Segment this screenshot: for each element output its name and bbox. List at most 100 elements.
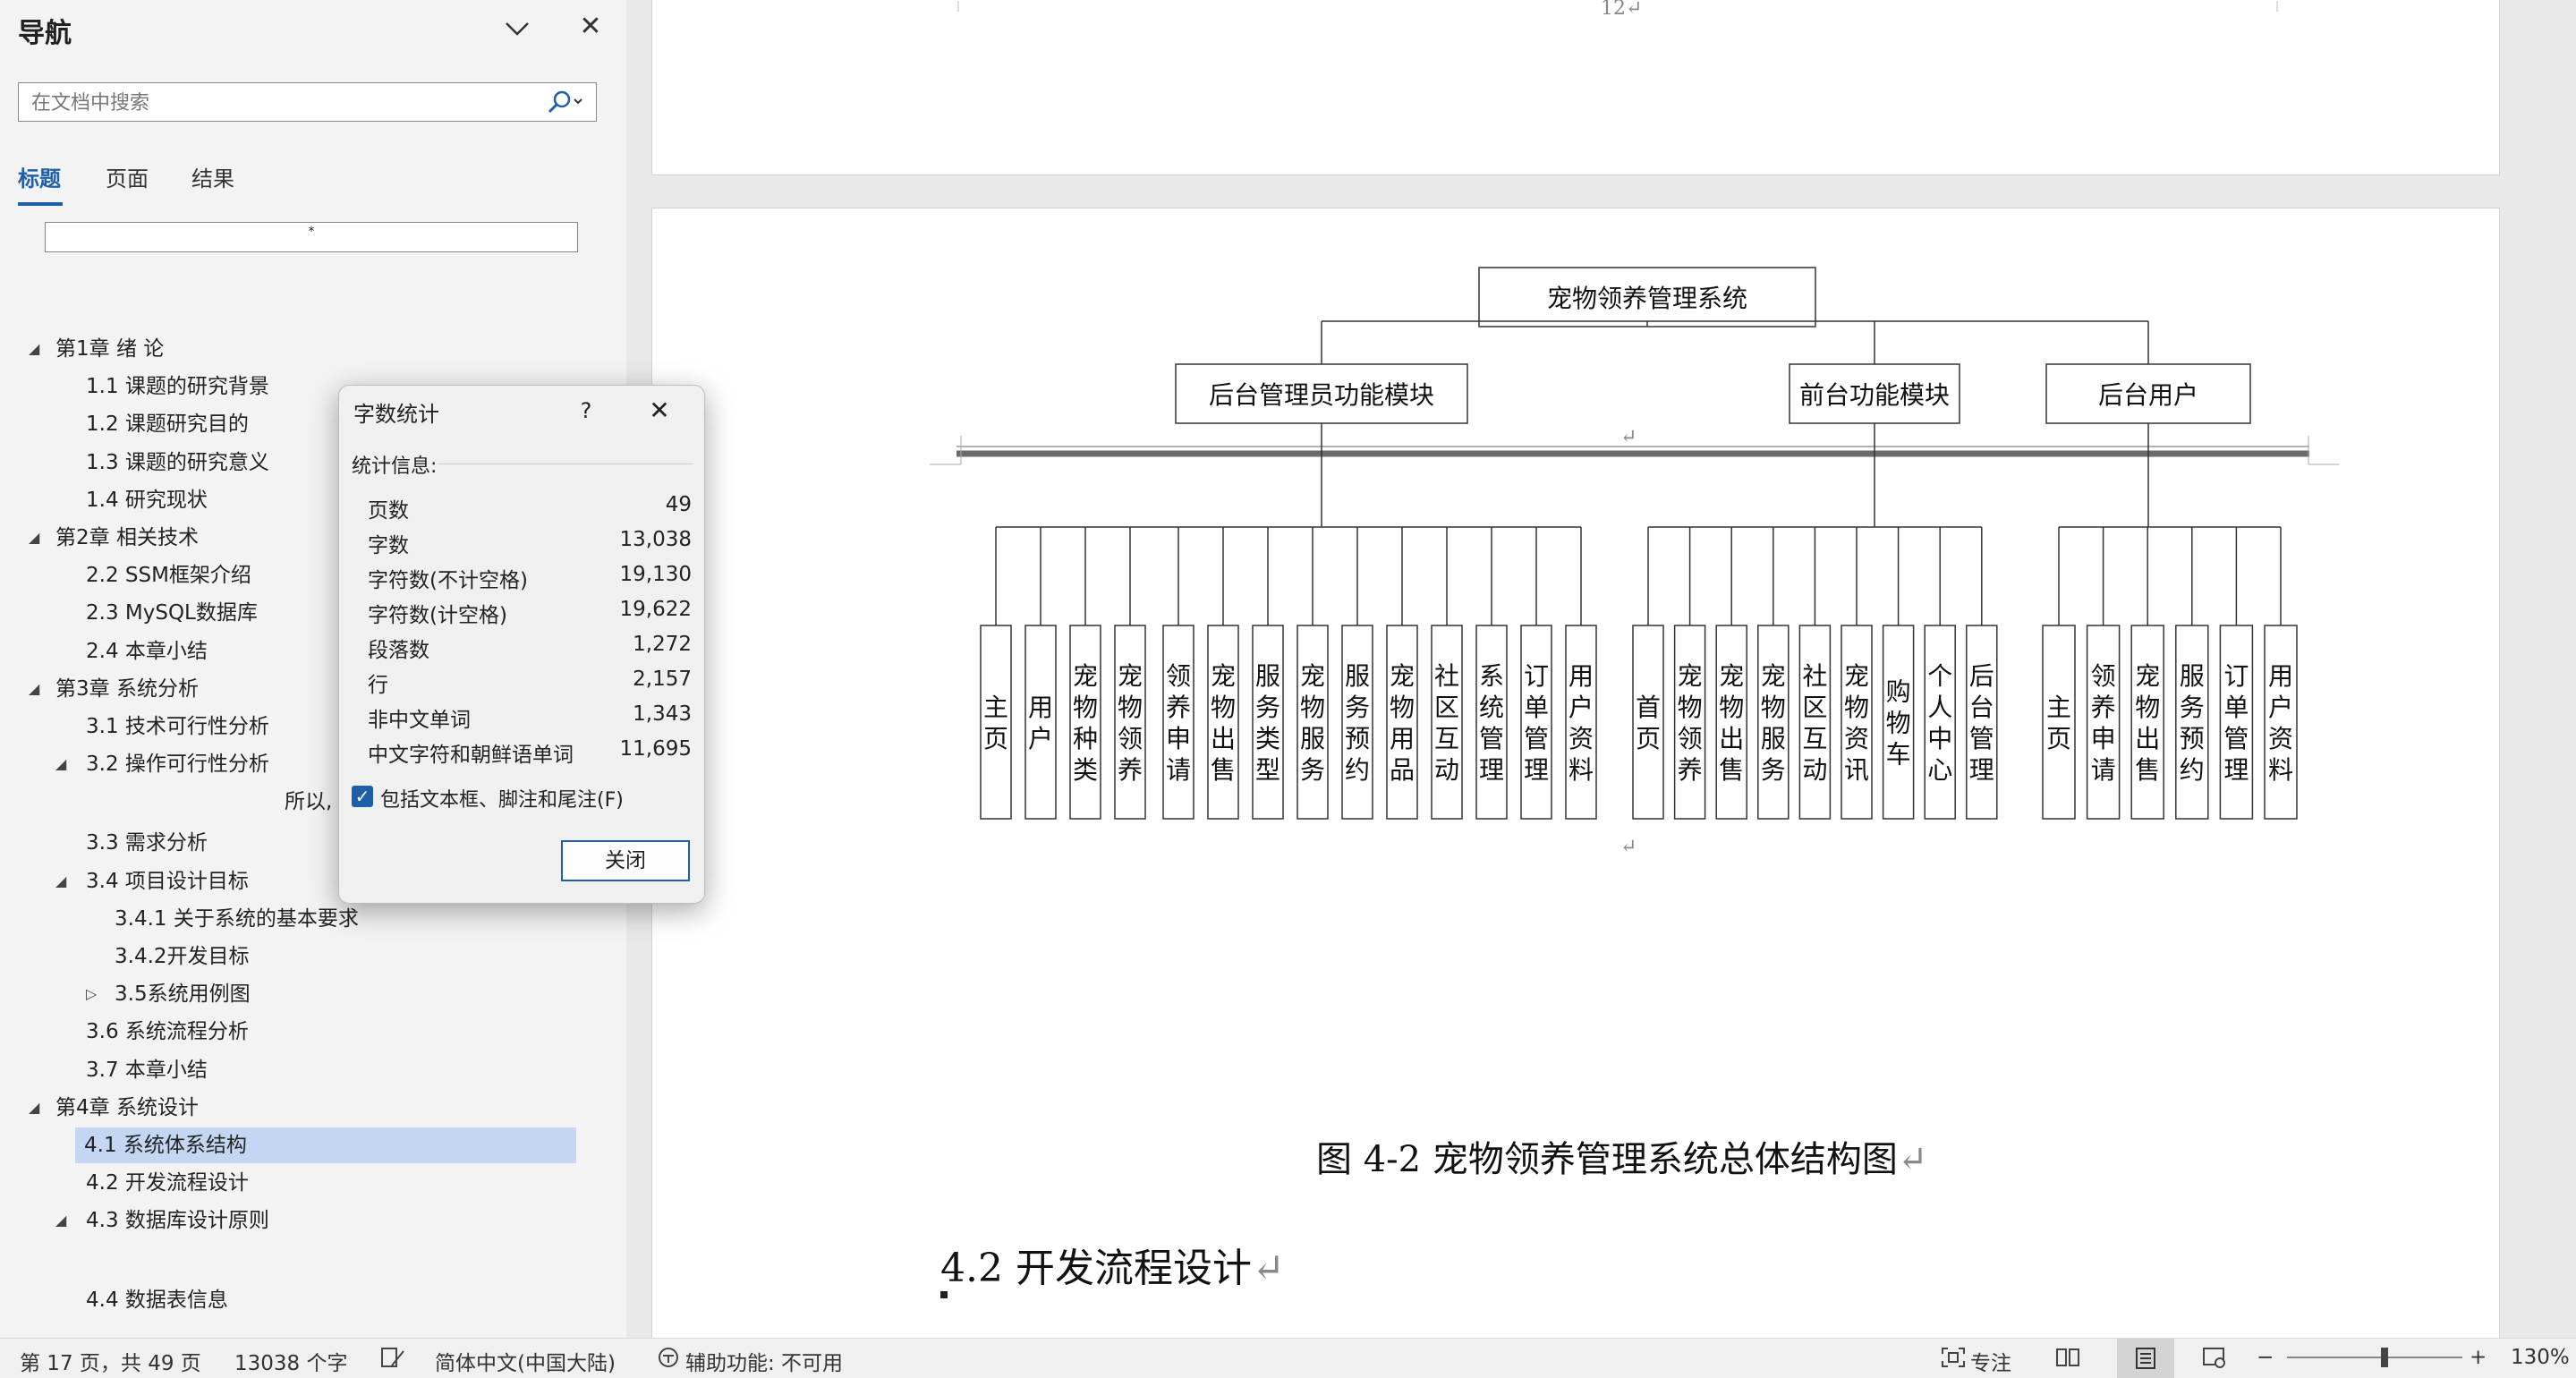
- expand-triangle-icon[interactable]: ◢: [29, 680, 39, 697]
- nav-heading-item[interactable]: 3.1 技术可行性分析: [86, 709, 269, 744]
- figure-caption: 图 4-2 宠物领养管理系统总体结构图↵: [1316, 1139, 1928, 1180]
- leaf-node-char: 物: [1844, 693, 1869, 722]
- leaf-node-char: 养: [2091, 693, 2116, 722]
- paragraph-mark: ↵: [1897, 1139, 1928, 1180]
- leaf-node-char: 预: [2180, 724, 2205, 753]
- nav-heading-item[interactable]: 第4章 系统设计: [55, 1090, 199, 1126]
- print-layout-icon: [2136, 1348, 2155, 1369]
- leaf-node-char: 售: [1719, 755, 1744, 785]
- collapsed-triangle-icon[interactable]: ▷: [86, 985, 97, 1002]
- close-icon[interactable]: ✕: [643, 395, 676, 427]
- leaf-node: [1565, 625, 1597, 820]
- search-input[interactable]: [30, 83, 534, 123]
- proofing-icon[interactable]: [379, 1346, 406, 1374]
- leaf-node-char: 物: [1886, 709, 1911, 738]
- leaf-node: [1297, 625, 1329, 820]
- include-footnotes-label[interactable]: 包括文本框、脚注和尾注(F): [380, 784, 624, 812]
- read-mode-icon[interactable]: [2054, 1346, 2081, 1374]
- nav-heading-item[interactable]: 2.4 本章小结: [86, 634, 208, 669]
- nav-heading-item[interactable]: 1.4 研究现状: [86, 482, 208, 518]
- search-icon[interactable]: [542, 89, 587, 115]
- leaf-node-char: 服: [1761, 724, 1786, 753]
- leaf-node-char: 资: [1844, 724, 1869, 753]
- nav-heading-item[interactable]: 第2章 相关技术: [55, 520, 199, 556]
- accessibility-icon[interactable]: [655, 1346, 682, 1374]
- stats-section-label: 统计信息:: [352, 455, 438, 478]
- nav-heading-item[interactable]: 3.2 操作可行性分析: [86, 746, 269, 782]
- document-area[interactable]: 12↵ ↵ ↵ 宠物领养管理系统 后台管理员功能模块主页用户宠物种类宠物领养领养申请宠…: [626, 0, 2576, 1338]
- dialog-title: 字数统计: [353, 402, 439, 427]
- root-node-label: 宠物领养管理系统: [1547, 284, 1747, 313]
- leaf-node-char: 服: [2180, 661, 2205, 691]
- page-info[interactable]: 第 17 页，共 49 页: [20, 1346, 201, 1376]
- nav-heading-label: 1.3 课题的研究意义: [86, 450, 269, 474]
- leaf-node-char: 宠: [2135, 661, 2160, 691]
- web-layout-icon[interactable]: [2201, 1346, 2228, 1374]
- focus-icon[interactable]: [1940, 1346, 1967, 1374]
- nav-heading-item[interactable]: 3.6 系统流程分析: [86, 1014, 249, 1050]
- accessibility-status[interactable]: 辅助功能: 不可用: [685, 1346, 843, 1376]
- expand-triangle-icon[interactable]: ◢: [55, 1212, 66, 1229]
- word-count[interactable]: 13038 个字: [234, 1346, 347, 1376]
- chevron-down-icon[interactable]: [501, 13, 533, 45]
- nav-heading-item[interactable]: 3.4.2开发目标: [115, 939, 250, 974]
- close-button[interactable]: 关闭: [561, 840, 690, 881]
- leaf-node: [2175, 625, 2209, 820]
- nav-heading-item[interactable]: 3.4 项目设计目标: [86, 863, 249, 899]
- zoom-out-button[interactable]: −: [2257, 1346, 2274, 1369]
- nav-heading-item[interactable]: 3.3 需求分析: [86, 825, 208, 861]
- nav-heading-label: 3.4 项目设计目标: [86, 869, 249, 893]
- leaf-node-char: 领: [2091, 661, 2116, 691]
- expand-triangle-icon[interactable]: ◢: [29, 340, 39, 357]
- document-page-previous: 12↵: [651, 0, 2500, 175]
- expand-triangle-icon[interactable]: ◢: [55, 755, 66, 772]
- zoom-level[interactable]: 130%: [2511, 1346, 2570, 1369]
- nav-heading-item[interactable]: 第1章 绪 论: [55, 331, 164, 367]
- nav-heading-item[interactable]: 1.2 课题研究目的: [86, 406, 249, 442]
- nav-heading-label: 4.4 数据表信息: [86, 1288, 228, 1312]
- leaf-node-char: 人: [1927, 693, 1952, 722]
- nav-heading-label: 第3章 系统分析: [55, 676, 199, 701]
- nav-heading-item[interactable]: 3.4.1 关于系统的基本要求: [115, 901, 359, 937]
- tab-results[interactable]: 结果: [191, 161, 234, 192]
- nav-heading-item[interactable]: 第3章 系统分析: [55, 671, 199, 707]
- nav-heading-item[interactable]: 2.3 MySQL数据库: [86, 595, 258, 631]
- zoom-slider-thumb[interactable]: [2381, 1348, 2389, 1367]
- nav-pane-title: 导航: [18, 18, 72, 49]
- include-footnotes-checkbox[interactable]: ✓: [352, 786, 373, 807]
- leaf-node-char: 区: [1802, 693, 1827, 722]
- leaf-node-char: 讯: [1844, 755, 1869, 785]
- help-icon[interactable]: ?: [570, 395, 602, 427]
- nav-heading-item[interactable]: 所以,: [285, 784, 332, 820]
- leaf-node-char: 订: [1524, 661, 1549, 691]
- leaf-node: [1798, 625, 1832, 820]
- leaf-node: [1715, 625, 1747, 820]
- leaf-node-char: 物: [1678, 693, 1703, 722]
- print-layout-button[interactable]: [2117, 1339, 2174, 1378]
- nav-heading-item[interactable]: 1.3 课题的研究意义: [86, 445, 269, 481]
- leaf-node-char: 务: [1761, 755, 1786, 785]
- close-icon[interactable]: ✕: [574, 11, 607, 43]
- language[interactable]: 简体中文(中国大陆): [435, 1346, 616, 1376]
- nav-heading-item[interactable]: 4.2 开发流程设计: [86, 1165, 249, 1201]
- section-heading: 4.2 开发流程设计↵: [940, 1246, 1285, 1291]
- nav-heading-item[interactable]: 4.3 数据库设计原则: [86, 1203, 269, 1238]
- zoom-in-button[interactable]: +: [2470, 1346, 2487, 1369]
- nav-heading-item[interactable]: 4.4 数据表信息: [86, 1282, 228, 1318]
- nav-heading-item[interactable]: 2.2 SSM框架介绍: [86, 557, 251, 593]
- zoom-slider-track[interactable]: [2287, 1357, 2462, 1358]
- nav-heading-item[interactable]: 3.5系统用例图: [115, 976, 251, 1012]
- nav-heading-item[interactable]: 4.1 系统体系结构: [75, 1127, 576, 1163]
- focus-mode-button[interactable]: 专注: [1970, 1346, 2011, 1376]
- expand-triangle-icon[interactable]: ◢: [29, 529, 39, 546]
- leaf-node-char: 宠: [1761, 661, 1786, 691]
- expand-triangle-icon[interactable]: ◢: [55, 872, 66, 889]
- stat-value: 2,157: [633, 668, 692, 691]
- expand-triangle-icon[interactable]: ◢: [29, 1099, 39, 1116]
- leaf-node-char: 订: [2223, 661, 2249, 691]
- tab-headings[interactable]: 标题: [18, 161, 61, 192]
- nav-heading-item[interactable]: 3.7 本章小结: [86, 1052, 208, 1088]
- tab-pages[interactable]: 页面: [106, 161, 149, 192]
- nav-heading-item[interactable]: 1.1 课题的研究背景: [86, 369, 269, 404]
- search-box[interactable]: [18, 82, 597, 123]
